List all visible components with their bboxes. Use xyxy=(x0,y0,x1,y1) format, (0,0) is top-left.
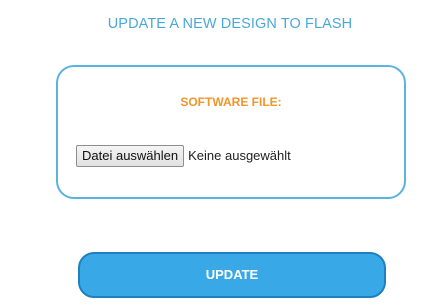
update-button[interactable]: UPDATE xyxy=(78,252,386,298)
software-file-label: SOFTWARE FILE: xyxy=(180,95,282,109)
file-status-text: Keine ausgewählt xyxy=(188,148,291,163)
choose-file-button[interactable]: Datei auswählen xyxy=(76,145,185,167)
file-input: Datei auswählen Keine ausgewählt xyxy=(76,145,291,167)
update-page: UPDATE A NEW DESIGN TO FLASH SOFTWARE FI… xyxy=(0,0,428,307)
software-file-panel: SOFTWARE FILE: Datei auswählen Keine aus… xyxy=(56,65,406,199)
page-title: UPDATE A NEW DESIGN TO FLASH xyxy=(107,16,353,32)
